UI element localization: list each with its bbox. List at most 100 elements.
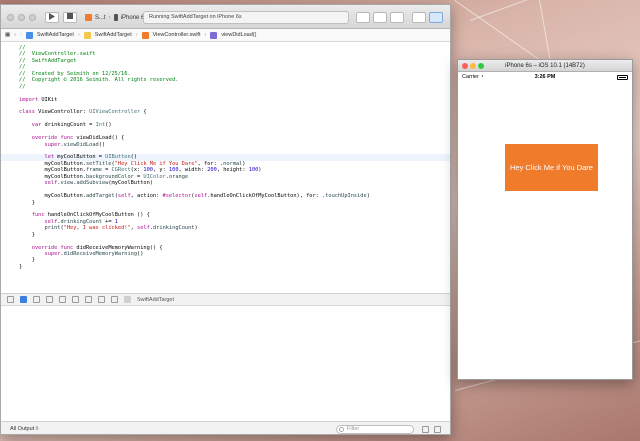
- code-token: }: [19, 257, 35, 264]
- process-label[interactable]: SwiftAddTarget: [137, 297, 174, 303]
- swift-file-icon: [141, 31, 149, 39]
- code-token: handleOnClickOfMyCoolButton () {: [44, 212, 150, 219]
- code-token: +=: [101, 218, 115, 225]
- pause-icon[interactable]: [33, 296, 40, 303]
- code-token: drinkingCount =: [41, 122, 96, 129]
- toggle-debug-area-button[interactable]: [429, 12, 443, 23]
- code-token: //: [19, 45, 26, 51]
- output-selector[interactable]: All Output ◊: [10, 426, 38, 432]
- code-token: UIViewController: [89, 109, 141, 116]
- breadcrumb-file[interactable]: ViewController.swift: [153, 32, 201, 38]
- location-arrow-icon[interactable]: [111, 296, 118, 303]
- code-token: 200: [207, 167, 217, 174]
- code-token: (): [105, 122, 112, 129]
- swift-app-icon: [85, 14, 92, 21]
- console-bottom-bar: All Output ◊ Filter: [1, 421, 450, 434]
- minimize-window-button[interactable]: [470, 63, 476, 69]
- code-token: =: [101, 167, 112, 174]
- code-token: UIColor: [143, 173, 166, 180]
- version-editor-button[interactable]: [390, 12, 404, 23]
- debug-bar: SwiftAddTarget: [1, 293, 450, 306]
- code-token: //: [19, 64, 26, 71]
- hide-debug-area-icon[interactable]: [7, 296, 14, 303]
- code-token: , for: .: [197, 160, 224, 167]
- console-output[interactable]: [1, 306, 450, 421]
- code-token: "Hey Click Me if You Dare": [114, 160, 198, 167]
- simulator-window: iPhone 6s – iOS 10.1 (14B72) Carrier ◔ 3…: [457, 59, 633, 380]
- status-time: 3:26 PM: [534, 74, 556, 80]
- ios-status-bar: Carrier ◔ 3:26 PM: [458, 72, 632, 82]
- close-window-button[interactable]: [7, 14, 14, 21]
- zoom-window-button[interactable]: [478, 63, 484, 69]
- code-token: viewDidLoad() {: [73, 135, 125, 142]
- breakpoints-toggle-icon[interactable]: [20, 296, 27, 303]
- step-over-icon[interactable]: [46, 296, 53, 303]
- code-token: // ViewController.swift: [19, 51, 96, 58]
- breadcrumb-symbol[interactable]: viewDidLoad(): [221, 32, 256, 38]
- breadcrumb-group[interactable]: SwiftAddTarget: [95, 32, 132, 38]
- chevron-right-icon: ›: [108, 14, 111, 21]
- code-token: (): [130, 154, 138, 161]
- back-arrow-icon[interactable]: ‹: [14, 32, 16, 38]
- minimize-window-button[interactable]: [18, 14, 25, 21]
- split-view-icon[interactable]: [434, 426, 441, 433]
- filter-icon: [339, 427, 344, 432]
- code-token: , height:: [216, 167, 249, 174]
- code-token: ): [194, 225, 198, 232]
- code-token: print: [44, 225, 61, 232]
- code-token: , action:: [130, 193, 163, 200]
- console-filter-field[interactable]: Filter: [336, 425, 414, 434]
- code-token: super: [44, 141, 61, 148]
- filter-placeholder: Filter: [347, 426, 360, 432]
- code-token: addTarget: [85, 193, 115, 200]
- code-token: ): [242, 160, 246, 167]
- step-out-icon[interactable]: [72, 296, 79, 303]
- code-token: 100: [168, 167, 179, 174]
- code-token: touchUpInside: [325, 193, 367, 200]
- code-token: 100: [248, 167, 259, 174]
- code-token: myCoolButton.: [19, 160, 86, 167]
- code-token: {: [140, 109, 147, 116]
- xcode-window: S...t › iPhone 6s Running SwiftAddTarget…: [0, 4, 451, 435]
- code-token: .handleOnClickOfMyCoolButton), for: .: [207, 193, 326, 200]
- code-token: ViewController:: [34, 109, 90, 116]
- process-icon: [124, 296, 131, 303]
- zoom-window-button[interactable]: [29, 14, 36, 21]
- code-token: myCoolButton.: [19, 193, 86, 200]
- trash-icon[interactable]: [422, 426, 429, 433]
- activity-status-box: Running SwiftAddTarget on iPhone 6s: [143, 11, 349, 24]
- code-token: frame: [85, 167, 102, 174]
- code-token: drinkingCount: [153, 225, 195, 232]
- code-token: ): [366, 193, 370, 200]
- device-icon: [113, 14, 118, 21]
- assistant-editor-button[interactable]: [373, 12, 387, 23]
- code-token: "Hey, I was clicked!": [63, 225, 131, 232]
- breadcrumb-project[interactable]: SwiftAddTarget: [37, 32, 74, 38]
- memory-graph-icon[interactable]: [98, 296, 105, 303]
- chevron-right-icon: ›: [77, 32, 80, 38]
- my-cool-button[interactable]: Hey Click Me if You Dare: [505, 144, 598, 191]
- view-hierarchy-icon[interactable]: [85, 296, 92, 303]
- code-token: override func: [31, 244, 74, 251]
- run-button[interactable]: [45, 12, 59, 23]
- source-editor[interactable]: //// ViewController.swift// SwiftAddTarg…: [1, 43, 450, 293]
- step-in-icon[interactable]: [59, 296, 66, 303]
- related-items-icon[interactable]: ▦: [5, 32, 10, 38]
- standard-editor-button[interactable]: [356, 12, 370, 23]
- toggle-navigator-button[interactable]: [412, 12, 426, 23]
- code-token: func: [31, 212, 45, 219]
- code-token: orange: [168, 173, 189, 180]
- stop-button[interactable]: [63, 12, 77, 23]
- code-line: }: [19, 264, 450, 270]
- code-token: self: [44, 218, 58, 225]
- folder-icon: [83, 31, 91, 39]
- code-token: // SwiftAddTarget: [19, 57, 77, 64]
- close-window-button[interactable]: [462, 63, 468, 69]
- code-token: setTitle: [85, 160, 112, 167]
- code-token: view: [60, 180, 74, 187]
- forward-arrow-icon[interactable]: ›: [20, 32, 22, 38]
- scheme-selector[interactable]: S...t › iPhone 6s: [85, 12, 147, 23]
